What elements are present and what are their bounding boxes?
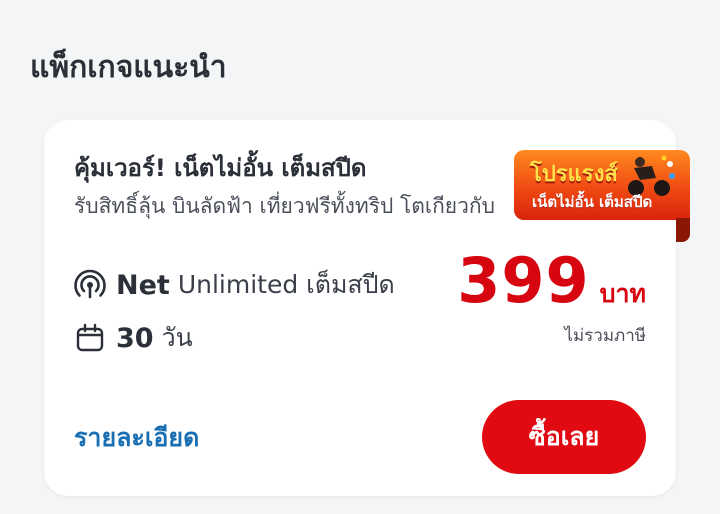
price-tax-note: ไม่รวมภาษี [564, 326, 646, 346]
buy-now-button[interactable]: ซื้อเลย [482, 400, 646, 474]
promo-badge-title: โปรแรงส์ [530, 162, 618, 187]
price-amount: 399 [457, 244, 590, 317]
package-description: รับสิทธิ์ลุ้น บินลัดฟ้า เที่ยวฟรีทั้งทริ… [74, 194, 495, 218]
details-link[interactable]: รายละเอียด [74, 418, 199, 458]
feature-net-label: Net [116, 269, 170, 301]
promo-badge-banner: โปรแรงส์ เน็ตไม่อั้น เต็มสปีด [514, 150, 690, 220]
package-title: คุ้มเวอร์! เน็ตไม่อั้น เต็มสปีด [74, 154, 367, 182]
feature-net-detail: Unlimited เต็มสปีด [177, 270, 395, 299]
signal-broadcast-icon [74, 269, 106, 299]
calendar-icon [76, 323, 104, 352]
price-currency: บาท [599, 279, 646, 308]
feature-net: Net Unlimited เต็มสปีด [74, 265, 395, 305]
promo-badge-ribbon [676, 218, 690, 242]
price: 399 บาท [457, 244, 646, 317]
feature-duration-value: 30 [116, 322, 154, 354]
promo-badge: โปรแรงส์ เน็ตไม่อั้น เต็มสปีด [514, 150, 690, 242]
feature-duration-unit: วัน [161, 323, 193, 352]
package-card[interactable]: คุ้มเวอร์! เน็ตไม่อั้น เต็มสปีด รับสิทธิ… [44, 120, 690, 496]
section-title: แพ็กเกจแนะนำ [30, 50, 227, 85]
promo-badge-subtitle: เน็ตไม่อั้น เต็มสปีด [532, 193, 653, 211]
feature-duration: 30 วัน [74, 318, 193, 358]
